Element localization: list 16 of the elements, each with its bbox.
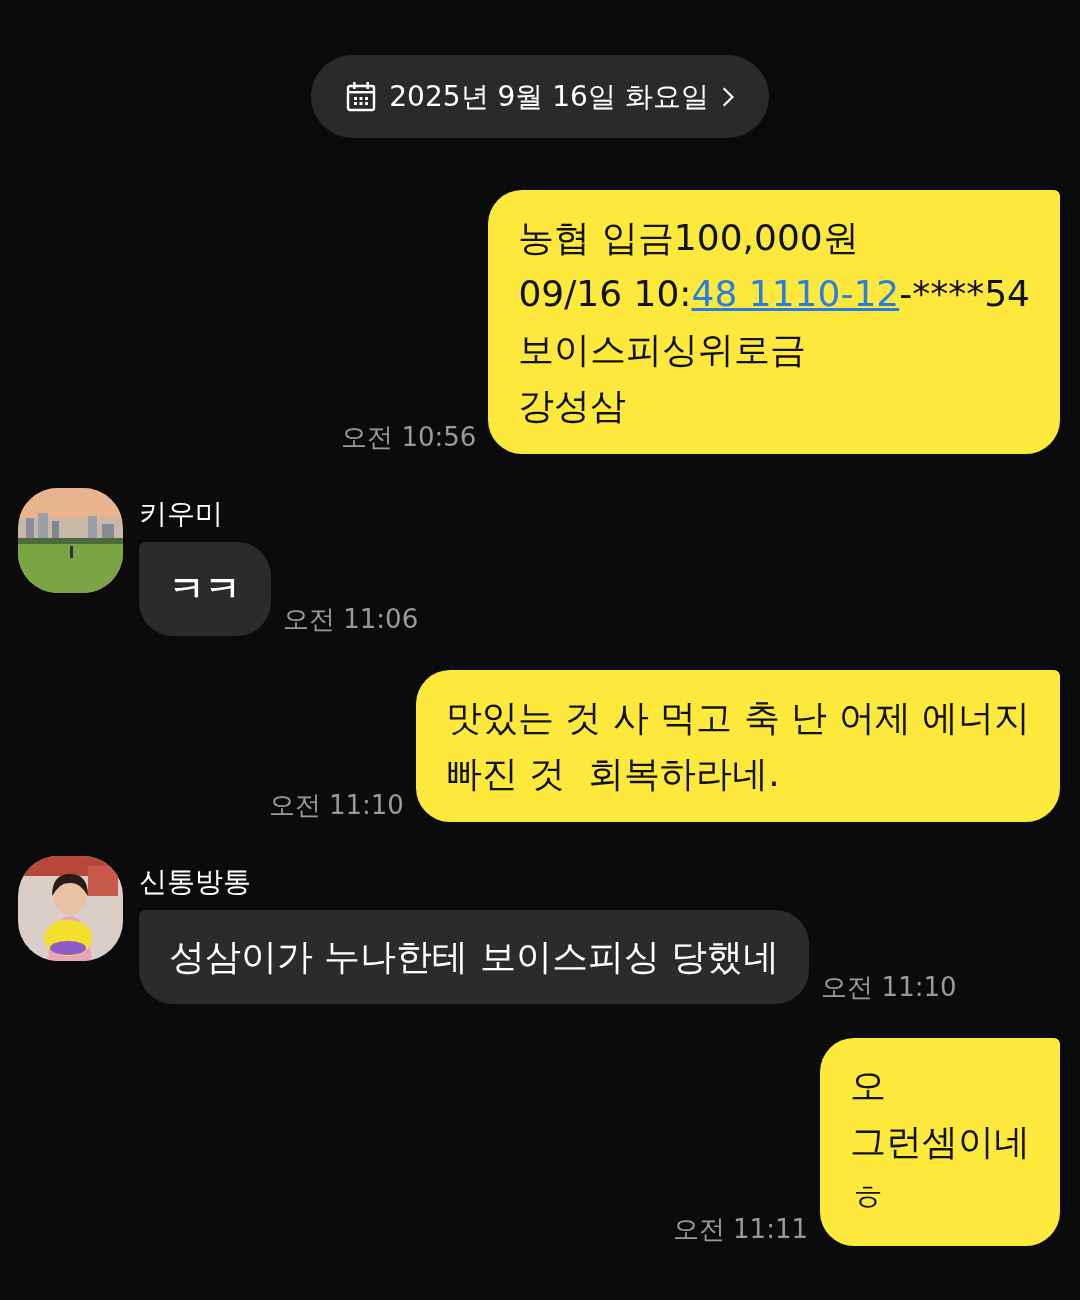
message-bubble: 농협 입금100,000원 09/16 10:48 1110-12-****54 보이스피싱위로금 강성삼 <box>488 190 1060 454</box>
message-time: 오전 11:06 <box>283 606 419 632</box>
message-time: 오전 10:56 <box>341 424 477 450</box>
chevron-right-icon <box>720 85 735 108</box>
date-pill[interactable]: 2025년 9월 16일 화요일 <box>311 55 769 138</box>
sender-name: 키우미 <box>139 496 224 532</box>
calendar-icon <box>345 80 378 113</box>
message-time: 오전 11:10 <box>821 974 957 1000</box>
message-time: 오전 11:11 <box>672 1216 808 1242</box>
message-bubble: ㅋㅋ <box>139 542 271 636</box>
message-bubble: 성삼이가 누나한테 보이스피싱 당했네 <box>139 910 810 1004</box>
message-time: 오전 11:10 <box>268 792 404 818</box>
message-bubble: 오 그런셈이네 ㅎ <box>820 1038 1060 1246</box>
sender-name: 신통방통 <box>139 864 252 900</box>
message-bubble: 맛있는 것 사 먹고 축 난 어제 에너지 빠진 것 회복하라네. <box>415 670 1060 822</box>
date-label: 2025년 9월 16일 화요일 <box>389 78 709 115</box>
